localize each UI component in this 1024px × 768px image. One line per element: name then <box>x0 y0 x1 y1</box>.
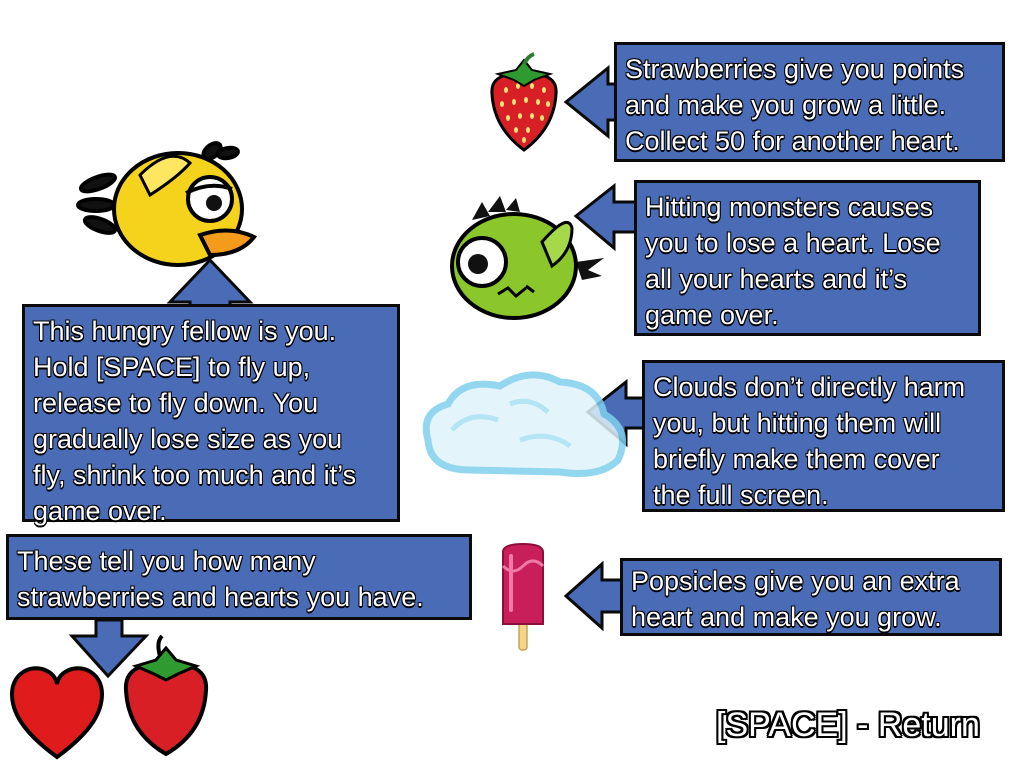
counters-tip-line: strawberries and hearts you have. <box>17 582 424 612</box>
arrow-left-to-popsicle <box>563 560 624 632</box>
popsicle-tip-line: Popsicles give you an extra <box>631 566 960 596</box>
monster-tip-box: Hitting monsters causes you to lose a he… <box>634 180 981 336</box>
cloud-tip-line: briefly make them cover <box>653 444 940 474</box>
monster-tip-line: Hitting monsters causes <box>645 192 934 222</box>
popsicle-tip-box: Popsicles give you an extra heart and ma… <box>620 558 1002 636</box>
arrow-left-to-strawberry <box>563 64 620 140</box>
cloud-tip-line: you, but hitting them will <box>653 408 942 438</box>
cloud-tip-line: Clouds don’t directly harm <box>653 372 966 402</box>
cloud-tip-line: the full screen. <box>653 480 829 510</box>
monster-tip-line: all your hearts and it’s <box>645 264 908 294</box>
heart-icon <box>9 666 105 760</box>
player-tip-box: This hungry fellow is you. Hold [SPACE] … <box>22 304 400 526</box>
player-tip-line: gradually lose size as you <box>33 424 343 454</box>
player-tip-line: Hold [SPACE] to fly up, <box>33 352 311 382</box>
popsicle-tip-line: heart and make you grow. <box>631 602 942 632</box>
return-hint[interactable]: [SPACE] - Return <box>716 706 980 745</box>
strawberry-tip-line: Strawberries give you points <box>625 54 965 84</box>
cloud-icon <box>422 371 627 477</box>
monster-tip-line: you to lose a heart. Lose <box>645 228 941 258</box>
arrow-left-to-monster <box>573 182 638 252</box>
counters-tip-box: These tell you how many strawberries and… <box>6 534 472 620</box>
player-tip-line: game over. <box>33 496 167 526</box>
strawberry-icon <box>490 52 558 152</box>
counters-tip-line: These tell you how many <box>17 546 316 576</box>
strawberry-counter-icon <box>123 634 209 757</box>
strawberry-tip-line: Collect 50 for another heart. <box>625 126 960 156</box>
cloud-tip-box: Clouds don’t directly harm you, but hitt… <box>642 360 1005 512</box>
strawberry-tip-line: and make you grow a little. <box>625 90 947 120</box>
strawberry-tip-box: Strawberries give you points and make yo… <box>614 42 1005 162</box>
monster-tip-line: game over. <box>645 300 779 330</box>
yellow-bird-icon <box>76 141 258 267</box>
player-tip-line: release to fly down. You <box>33 388 319 418</box>
popsicle-icon <box>501 542 545 651</box>
player-tip-line: fly, shrink too much and it’s <box>33 460 357 490</box>
player-tip-line: This hungry fellow is you. <box>33 316 337 346</box>
